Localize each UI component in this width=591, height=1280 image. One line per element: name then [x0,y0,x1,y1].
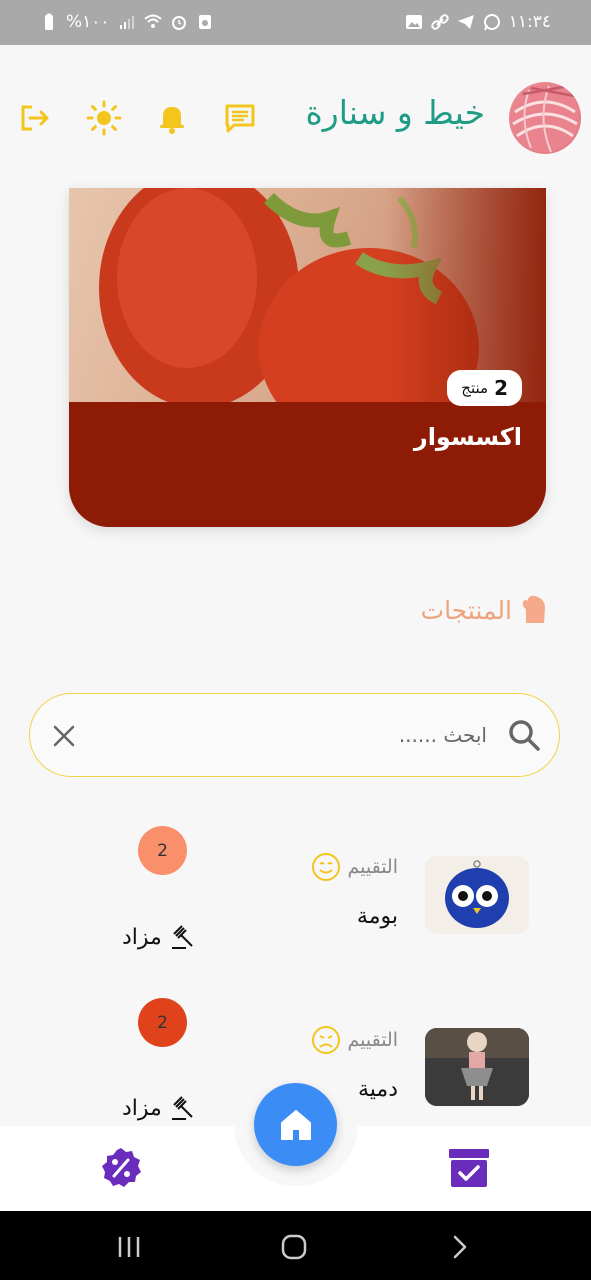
happy-face-icon [312,853,341,881]
home-icon [280,1109,311,1140]
status-time: ١١:٣٤ [508,12,551,32]
category-name: اكسسوار [413,423,522,451]
system-navigation-bar [0,1211,591,1280]
bell-icon[interactable] [154,100,190,136]
recycle-icon [198,15,211,29]
status-left: %١٠٠ [40,12,214,32]
owl-image [425,856,529,934]
doll-image [425,1028,529,1106]
gavel-icon [171,1096,193,1120]
category-count: 2 [494,376,508,400]
orders-icon[interactable] [447,1146,491,1190]
products-heading-text: المنتجات [420,595,512,625]
signal-icon [119,16,134,29]
auction-label: مزاد [122,1095,162,1121]
rating-label: التقييم [347,1029,398,1051]
product-rating: التقييم [311,852,398,882]
auction-button[interactable]: مزاد [122,1093,198,1123]
bid-count-badge: 2 [138,998,187,1047]
sun-icon[interactable] [86,100,122,136]
status-bar: %١٠٠ ١١:٣٤ [0,0,591,45]
wifi-icon [143,14,162,28]
search-bar [29,693,560,777]
battery-icon [45,13,53,30]
gavel-icon [171,925,193,949]
product-row[interactable]: التقييم بومة 2 مزاد [0,820,591,990]
search-input[interactable] [125,714,489,756]
search-icon[interactable] [507,718,541,752]
back-icon[interactable] [446,1233,474,1261]
exit-icon[interactable] [16,100,52,136]
auction-label: مزاد [122,924,162,950]
product-rating: التقييم [311,1025,398,1055]
app-header: خيط و سنارة [0,45,591,188]
link-icon [431,14,449,30]
recent-apps-icon[interactable] [115,1233,143,1261]
mitten-icon [522,595,545,623]
product-name: بومة [356,904,398,929]
category-card[interactable]: 2 منتج اكسسوار [69,188,546,527]
auction-button[interactable]: مزاد [122,922,198,952]
status-right: ١١:٣٤ [405,12,551,32]
product-thumbnail [425,1028,529,1106]
sad-face-icon [312,1026,341,1054]
battery-percent: %١٠٠ [66,12,110,32]
bid-count-badge: 2 [138,826,187,875]
product-thumbnail [425,856,529,934]
discount-icon[interactable] [99,1146,143,1190]
home-button[interactable] [254,1083,337,1166]
category-count-unit: منتج [461,379,489,397]
products-heading: المنتجات [421,595,548,625]
yarn-ball-icon [511,84,579,153]
close-icon[interactable] [52,724,76,748]
product-name: دمية [357,1077,398,1102]
category-count-chip: 2 منتج [447,370,522,406]
home-system-icon[interactable] [280,1233,308,1261]
app-logo [509,82,581,154]
whatsapp-icon [483,14,500,31]
chat-icon[interactable] [222,100,258,136]
app-title: خيط و سنارة [305,93,486,132]
rating-label: التقييم [347,856,398,878]
gallery-icon [405,15,422,29]
alarm-icon [171,16,186,30]
telegram-icon [457,15,474,29]
